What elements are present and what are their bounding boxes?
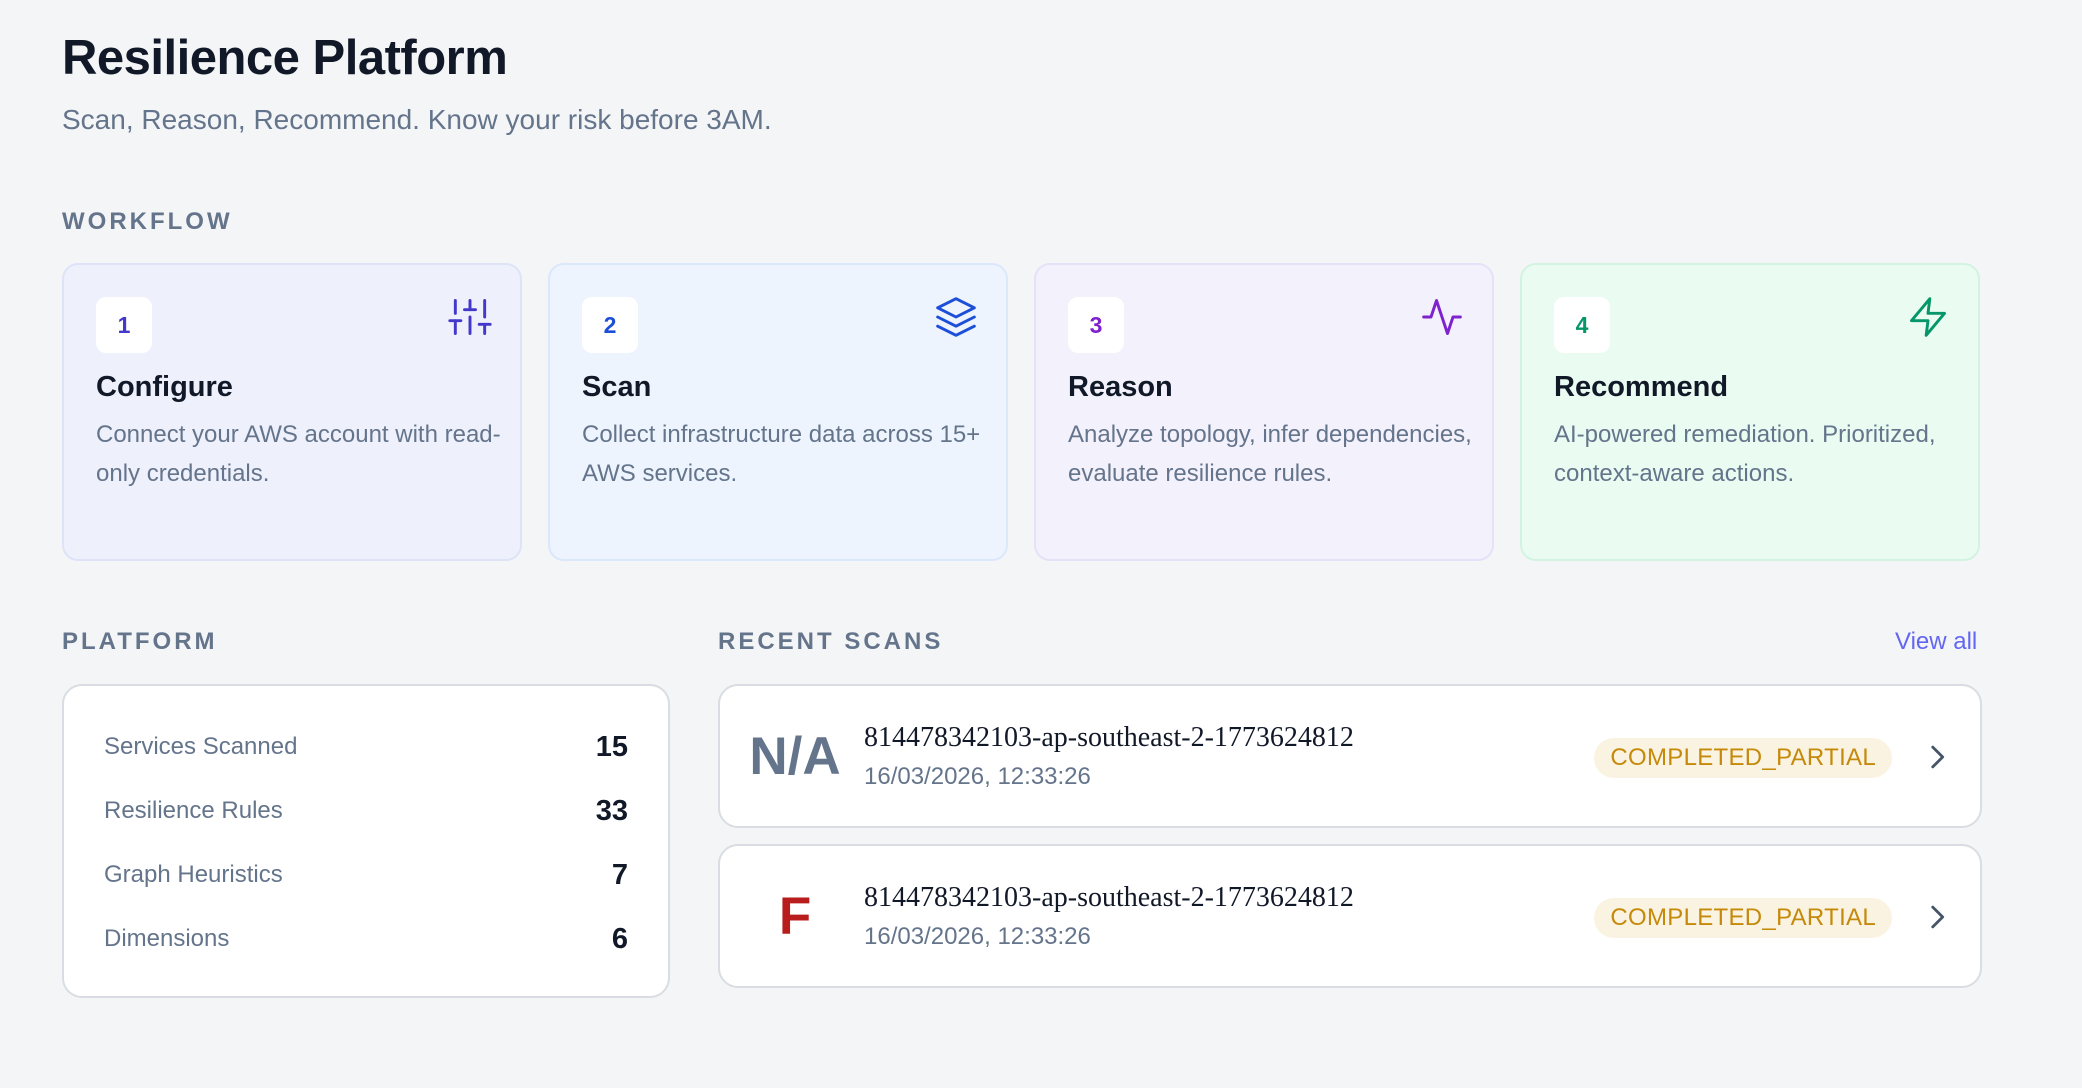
stat-row-dimensions: Dimensions 6 (104, 919, 628, 959)
stat-label: Services Scanned (104, 733, 298, 760)
page-subtitle: Scan, Reason, Recommend. Know your risk … (62, 104, 772, 135)
step-title: Recommend (1554, 371, 1729, 403)
workflow-section-label: WORKFLOW (62, 208, 233, 235)
workflow-card-configure: 1 Configure Connect your AWS account wit… (62, 263, 522, 561)
step-number: 2 (582, 297, 638, 353)
platform-section-label: PLATFORM (62, 628, 218, 655)
step-number: 4 (1554, 297, 1610, 353)
scan-timestamp: 16/03/2026, 12:33:26 (864, 763, 1091, 790)
step-number: 3 (1068, 297, 1124, 353)
stat-label: Dimensions (104, 925, 230, 952)
stat-value: 6 (611, 922, 628, 955)
chevron-right-icon[interactable] (1920, 740, 1954, 774)
stat-row-resilience-rules: Resilience Rules 33 (104, 791, 628, 831)
scan-id: 814478342103-ap-southeast-2-1773624812 (864, 722, 1354, 753)
scan-row[interactable]: F 814478342103-ap-southeast-2-1773624812… (718, 844, 1982, 988)
scan-grade: N/A (749, 726, 841, 786)
stat-label: Resilience Rules (104, 797, 283, 824)
scan-timestamp: 16/03/2026, 12:33:26 (864, 923, 1091, 950)
step-title: Configure (96, 371, 233, 403)
stat-label: Graph Heuristics (104, 861, 283, 888)
step-description: Connect your AWS account with read-only … (96, 421, 501, 487)
chevron-right-icon[interactable] (1920, 900, 1954, 934)
step-title: Scan (582, 371, 652, 403)
step-number: 1 (96, 297, 152, 353)
stat-row-services-scanned: Services Scanned 15 (104, 727, 628, 767)
step-description: Collect infrastructure data across 15+ A… (582, 421, 981, 487)
workflow-card-recommend: 4 Recommend AI-powered remediation. Prio… (1520, 263, 1980, 561)
workflow-card-scan: 2 Scan Collect infrastructure data acros… (548, 263, 1008, 561)
status-badge: COMPLETED_PARTIAL (1594, 898, 1892, 938)
stat-value: 7 (611, 858, 628, 891)
stat-value: 15 (595, 730, 628, 763)
step-description: AI-powered remediation. Prioritized, con… (1554, 421, 1936, 487)
scan-grade: F (778, 886, 812, 946)
scan-id: 814478342103-ap-southeast-2-1773624812 (864, 882, 1354, 913)
scan-row[interactable]: N/A 814478342103-ap-southeast-2-17736248… (718, 684, 1982, 828)
platform-stats-card: Services Scanned 15 Resilience Rules 33 … (62, 684, 670, 998)
step-description: Analyze topology, infer dependencies, ev… (1068, 421, 1472, 487)
layers-icon (936, 297, 976, 337)
zap-icon (1910, 297, 1946, 337)
status-badge: COMPLETED_PARTIAL (1594, 738, 1892, 778)
step-title: Reason (1068, 371, 1173, 403)
workflow-card-reason: 3 Reason Analyze topology, infer depende… (1034, 263, 1494, 561)
view-all-link[interactable]: View all (1895, 628, 1977, 656)
recent-scans-section-label: RECENT SCANS (718, 628, 944, 655)
stat-row-graph-heuristics: Graph Heuristics 7 (104, 855, 628, 895)
sliders-icon (448, 299, 492, 335)
stat-value: 33 (595, 794, 628, 827)
activity-icon (1422, 299, 1462, 335)
page-title: Resilience Platform (62, 31, 508, 85)
